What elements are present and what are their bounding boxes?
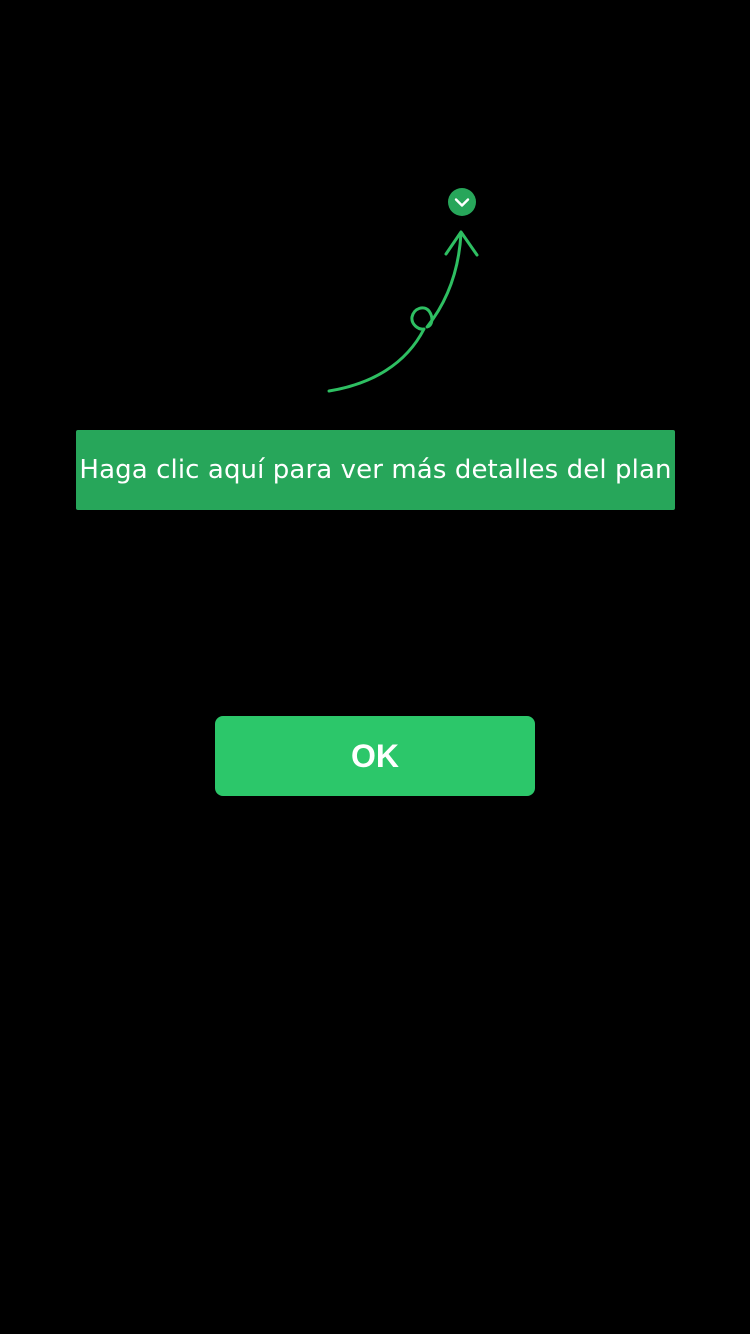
ok-button-label: OK: [351, 737, 399, 774]
ok-button[interactable]: OK: [215, 716, 535, 796]
plan-details-tooltip: Haga clic aquí para ver más detalles del…: [76, 430, 675, 510]
tooltip-text: Haga clic aquí para ver más detalles del…: [79, 455, 672, 485]
